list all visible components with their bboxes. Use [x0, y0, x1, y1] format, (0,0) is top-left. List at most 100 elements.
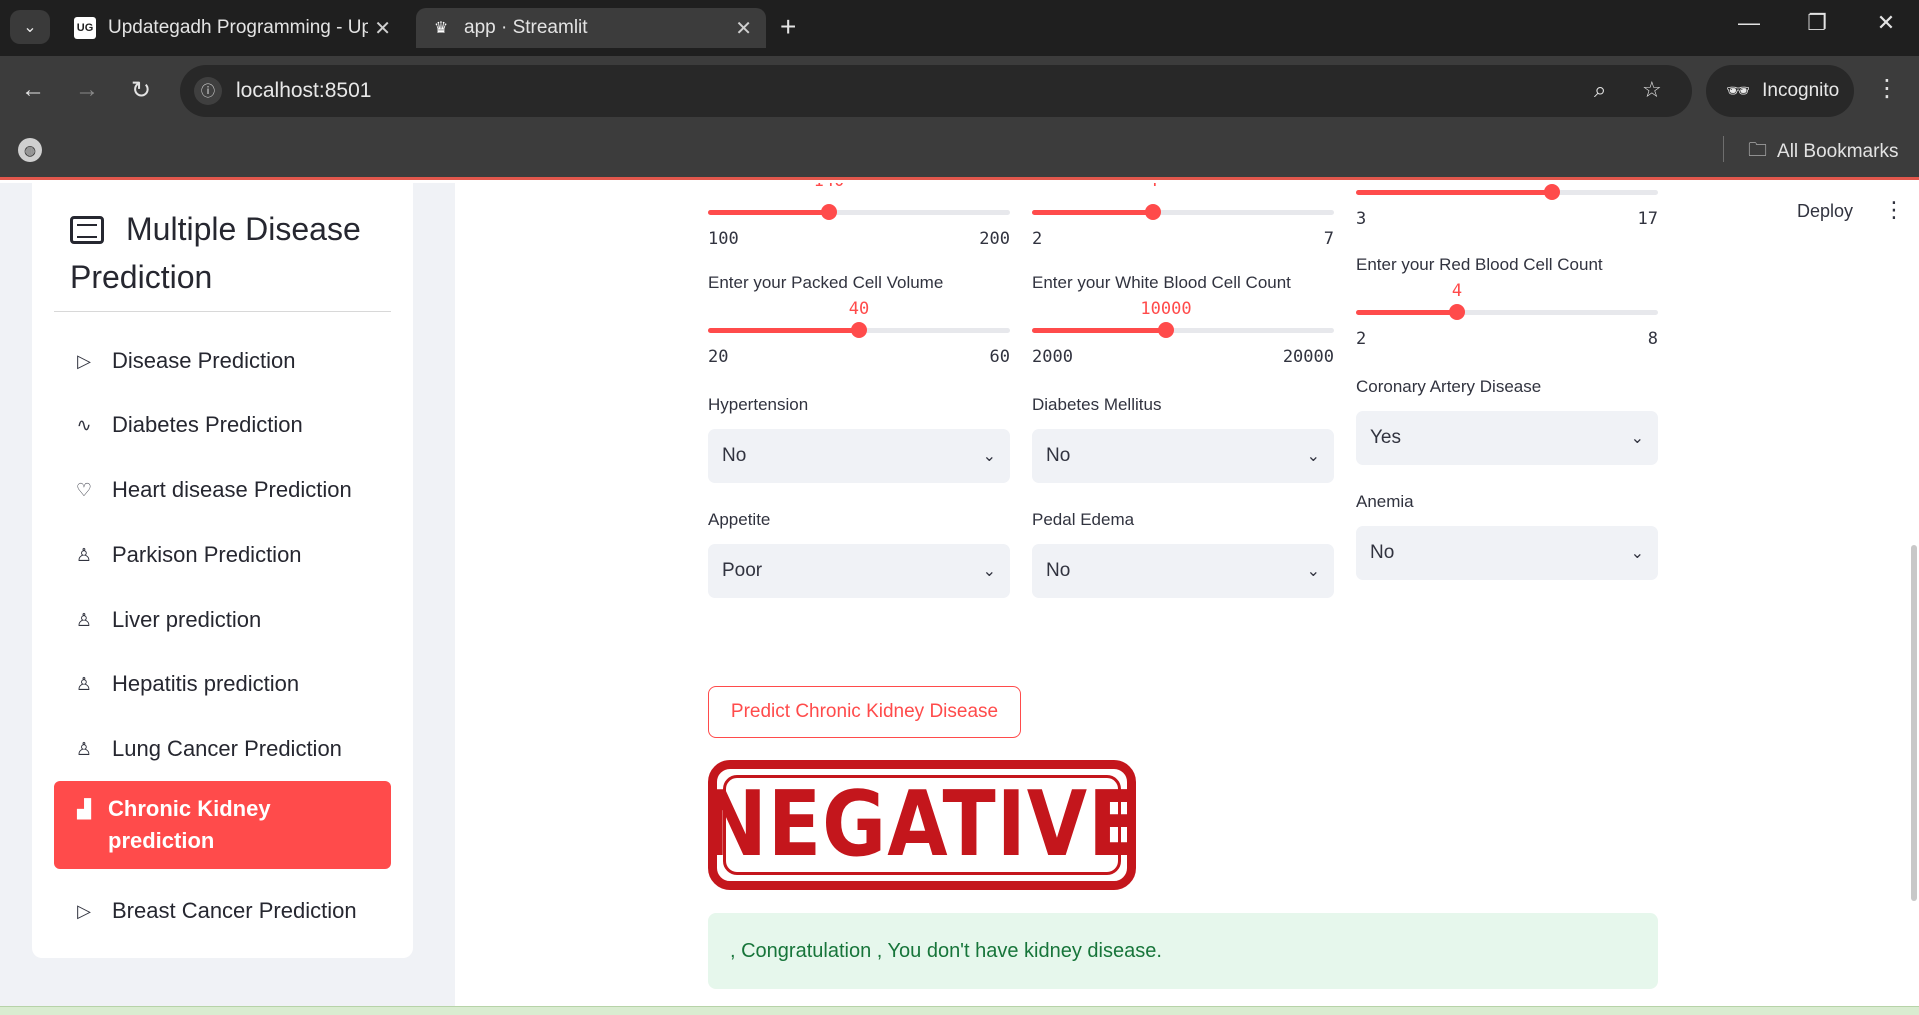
white-blood-cell-slider[interactable]: 10000 2000 20000 [1032, 295, 1334, 369]
select-value: Yes [1370, 427, 1401, 448]
top-slider-1[interactable]: 140 100 200 [708, 183, 1010, 251]
slider-max: 60 [989, 347, 1010, 367]
new-tab-button[interactable]: + [780, 12, 796, 42]
minimize-icon[interactable]: — [1729, 10, 1769, 36]
bookmark-star-icon[interactable]: ☆ [1642, 77, 1662, 103]
hypertension-label: Hypertension [708, 395, 809, 414]
slider-value: 140 [814, 183, 845, 191]
form-column-2: 4 2 7 Enter your White Blood Cell Count … [1032, 183, 1334, 598]
select-value: No [1046, 560, 1071, 581]
negative-stamp-image: NEGATIVE [702, 760, 1141, 890]
pedal-edema-select[interactable]: No ⌄ [1032, 544, 1334, 598]
chevron-down-icon: ⌄ [982, 563, 996, 580]
chevron-down-icon: ⌄ [23, 19, 37, 36]
slider-max: 7 [1323, 229, 1334, 249]
site-info-icon[interactable]: ⓘ [194, 77, 222, 105]
slider-thumb[interactable] [1544, 184, 1560, 200]
stamp-text: NEGATIVE [701, 773, 1143, 877]
packed-cell-volume-label: Enter your Packed Cell Volume [708, 273, 944, 292]
slider-value: 4 [1451, 281, 1463, 301]
slider-thumb[interactable] [1449, 304, 1465, 320]
browser-tab-bar: ⌄ UG Updategadh Programming - Up ✕ ♛ app… [0, 0, 1919, 56]
globe-icon[interactable]: ◍ [18, 138, 42, 162]
chevron-down-icon: ⌄ [1630, 430, 1644, 447]
url-text[interactable]: localhost:8501 [236, 79, 371, 103]
close-icon[interactable]: ✕ [735, 16, 752, 41]
reload-icon[interactable]: ↻ [126, 76, 156, 105]
all-bookmarks-button[interactable]: 🗀 All Bookmarks [1748, 136, 1898, 168]
address-bar[interactable]: ⓘ localhost:8501 ⌕ ☆ [180, 65, 1692, 117]
chevron-down-icon: ⌄ [1630, 545, 1644, 562]
browser-tab-updategadh[interactable]: UG Updategadh Programming - Up ✕ [60, 8, 405, 48]
window-close-icon[interactable]: ✕ [1866, 10, 1906, 36]
form-column-1: 140 100 200 Enter your Packed Cell Volum… [708, 183, 1010, 598]
slider-fill [1356, 310, 1457, 315]
browser-menu-icon[interactable]: ⋮ [1875, 74, 1899, 103]
bookmarks-divider [1723, 136, 1724, 162]
slider-thumb[interactable] [1158, 322, 1174, 338]
slider-thumb[interactable] [1145, 204, 1161, 220]
streamlit-page: Multiple Disease Prediction ▷ Disease Pr… [0, 183, 1919, 1015]
predict-ckd-button[interactable]: Predict Chronic Kidney Disease [708, 686, 1021, 738]
slider-min: 2 [1356, 329, 1367, 349]
slider-min: 2 [1032, 229, 1043, 249]
diabetes-mellitus-select[interactable]: No ⌄ [1032, 429, 1334, 483]
forward-arrow-icon[interactable]: → [72, 76, 102, 104]
incognito-icon: 🕶 [1726, 81, 1751, 102]
success-alert: , Congratulation , You don't have kidney… [708, 913, 1658, 989]
slider-min: 3 [1356, 209, 1367, 229]
chevron-down-icon: ⌄ [982, 448, 996, 465]
coronary-artery-disease-select[interactable]: Yes ⌄ [1356, 411, 1658, 465]
red-blood-cell-slider[interactable]: 4 2 8 [1356, 277, 1658, 351]
incognito-badge[interactable]: 🕶 Incognito [1706, 65, 1854, 117]
crown-icon: ♛ [433, 20, 449, 37]
incognito-label: Incognito [1762, 80, 1840, 101]
slider-min: 20 [708, 347, 729, 367]
taskbar-strip [0, 1006, 1919, 1015]
pedal-edema-label: Pedal Edema [1032, 510, 1135, 529]
anemia-label: Anemia [1356, 492, 1414, 511]
white-blood-cell-label: Enter your White Blood Cell Count [1032, 273, 1291, 292]
slider-value: 10000 [1140, 299, 1192, 319]
browser-toolbar: ← → ↻ ⓘ localhost:8501 ⌕ ☆ 🕶 Incognito ⋮ [0, 56, 1919, 126]
back-arrow-icon[interactable]: ← [18, 76, 48, 104]
top-slider-3[interactable]: 3 17 [1356, 183, 1658, 231]
diabetes-mellitus-label: Diabetes Mellitus [1032, 395, 1162, 414]
packed-cell-volume-slider[interactable]: 40 20 60 [708, 295, 1010, 369]
slider-fill [1356, 190, 1552, 195]
chevron-down-icon: ⌄ [1306, 448, 1320, 465]
top-slider-2[interactable]: 4 2 7 [1032, 183, 1334, 251]
folder-icon: 🗀 [1748, 140, 1768, 161]
close-icon[interactable]: ✕ [374, 16, 391, 41]
slider-fill [1032, 328, 1166, 333]
tab-title: Updategadh Programming - Up [108, 17, 368, 38]
slider-min: 2000 [1032, 347, 1073, 367]
all-bookmarks-label: All Bookmarks [1777, 141, 1899, 162]
zoom-icon[interactable]: ⌕ [1594, 77, 1606, 103]
hypertension-select[interactable]: No ⌄ [708, 429, 1010, 483]
page-scrollbar[interactable] [1911, 545, 1917, 901]
bookmarks-bar: ◍ 🗀 All Bookmarks [0, 126, 1919, 180]
select-value: No [722, 445, 747, 466]
browser-tab-streamlit[interactable]: ♛ app · Streamlit ✕ [416, 8, 766, 48]
main-content: 140 100 200 Enter your Packed Cell Volum… [0, 183, 1919, 1015]
appetite-select[interactable]: Poor ⌄ [708, 544, 1010, 598]
slider-thumb[interactable] [851, 322, 867, 338]
slider-max: 200 [979, 229, 1010, 249]
tab-title: app · Streamlit [464, 17, 588, 38]
coronary-artery-disease-label: Coronary Artery Disease [1356, 377, 1542, 396]
slider-max: 17 [1637, 209, 1658, 229]
select-value: Poor [722, 560, 763, 581]
red-blood-cell-label: Enter your Red Blood Cell Count [1356, 255, 1603, 274]
slider-min: 100 [708, 229, 739, 249]
appetite-label: Appetite [708, 510, 771, 529]
form-column-3: 3 17 Enter your Red Blood Cell Count 4 2… [1356, 183, 1658, 580]
slider-thumb[interactable] [821, 204, 837, 220]
slider-max: 8 [1647, 329, 1658, 349]
slider-fill [708, 210, 829, 215]
slider-fill [708, 328, 859, 333]
tab-search-button[interactable]: ⌄ [10, 10, 50, 44]
restore-icon[interactable]: ❐ [1797, 10, 1837, 36]
select-value: No [1046, 445, 1071, 466]
anemia-select[interactable]: No ⌄ [1356, 526, 1658, 580]
